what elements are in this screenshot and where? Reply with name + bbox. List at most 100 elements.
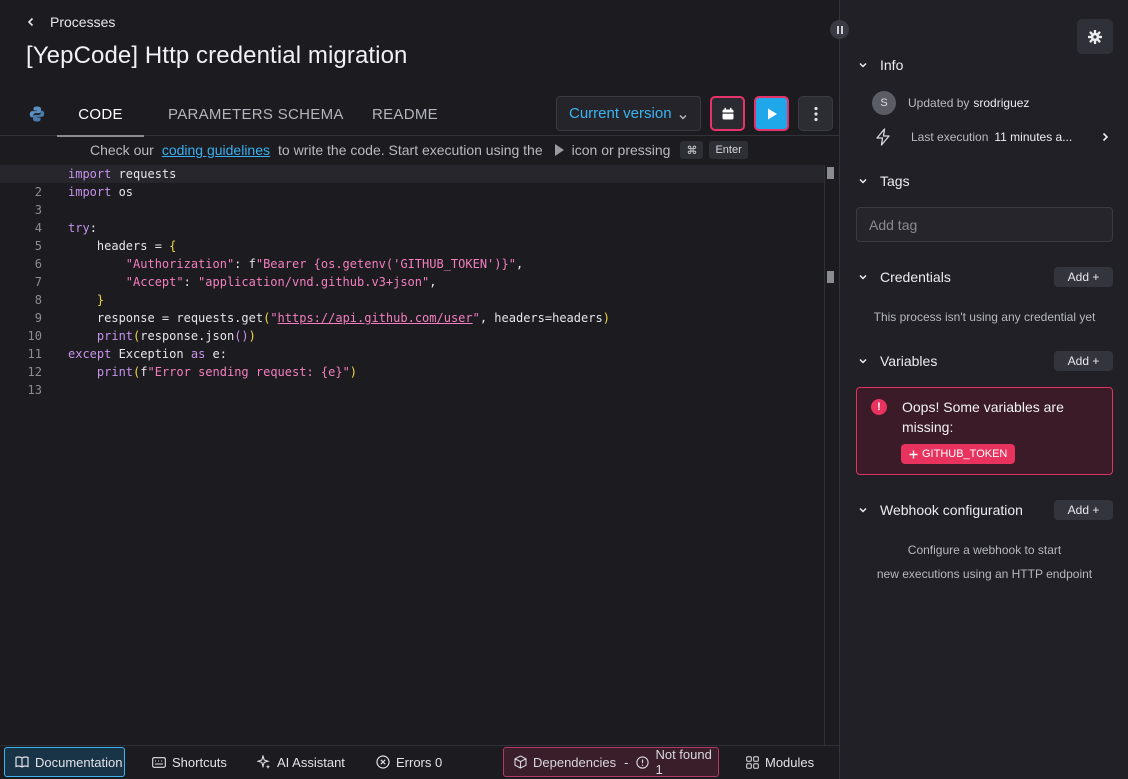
chevron-down-icon bbox=[859, 274, 867, 280]
alert-text: Oops! Some variables are missing: bbox=[902, 399, 1064, 435]
key-enter: Enter bbox=[709, 141, 748, 159]
breadcrumb[interactable]: Processes bbox=[26, 12, 115, 32]
tags-title: Tags bbox=[880, 173, 910, 189]
version-select[interactable]: Current version bbox=[556, 96, 701, 131]
last-execution-value: 11 minutes a... bbox=[994, 130, 1073, 144]
documentation-button[interactable]: Documentation bbox=[4, 747, 125, 777]
add-variable-button[interactable]: Add + bbox=[1054, 351, 1113, 371]
code-token: try bbox=[68, 221, 90, 235]
code-line[interactable]: print(response.json()) bbox=[68, 327, 824, 345]
add-tag-input[interactable] bbox=[856, 207, 1113, 242]
code-token: "Error sending request: {e}" bbox=[147, 365, 350, 379]
play-icon bbox=[767, 108, 777, 119]
code-token: e: bbox=[205, 347, 227, 361]
info-section-header[interactable]: Info bbox=[858, 55, 903, 75]
code-line[interactable]: try: bbox=[68, 219, 824, 237]
info-title: Info bbox=[880, 57, 904, 73]
editor-scrollbar[interactable] bbox=[824, 165, 837, 745]
code-token: f bbox=[140, 365, 148, 379]
code-line[interactable]: response = requests.get("https://api.git… bbox=[68, 309, 824, 327]
more-vertical-icon bbox=[813, 106, 818, 121]
key-cmd: ⌘ bbox=[680, 141, 704, 159]
status-bar: Documentation Shortcuts AI Assistant Err… bbox=[0, 745, 839, 779]
code-token: except bbox=[68, 347, 112, 361]
code-token: response.json bbox=[140, 329, 235, 343]
code-token: "Accept" bbox=[125, 275, 184, 289]
code-line[interactable]: print(f"Error sending request: {e}") bbox=[68, 363, 824, 381]
code-lines[interactable]: import requests import os try: headers =… bbox=[0, 165, 824, 399]
line-number: 12 bbox=[27, 365, 42, 379]
collapse-sidebar-button[interactable] bbox=[830, 20, 849, 39]
ai-assistant-button[interactable]: AI Assistant bbox=[257, 747, 345, 777]
code-token: "application/vnd.github.v3+json" bbox=[198, 275, 430, 289]
modules-button[interactable]: Modules bbox=[746, 747, 814, 777]
code-line[interactable]: import requests bbox=[0, 165, 824, 183]
code-line[interactable] bbox=[68, 381, 824, 399]
code-token: "Bearer {os.getenv('GITHUB_TOKEN')}" bbox=[255, 257, 516, 271]
plus-icon bbox=[909, 450, 918, 458]
code-line[interactable]: import os bbox=[68, 183, 824, 201]
calendar-icon bbox=[722, 107, 733, 119]
code-token: as bbox=[190, 347, 206, 361]
tab-parameters-schema[interactable]: PARAMETERS SCHEMA bbox=[168, 92, 344, 136]
line-number: 11 bbox=[27, 347, 42, 361]
code-token: print bbox=[96, 329, 134, 343]
line-number: 3 bbox=[34, 203, 42, 217]
last-execution-row[interactable]: Last execution 11 minutes a... bbox=[872, 125, 1112, 149]
code-token: requests bbox=[111, 167, 177, 181]
schedule-button[interactable] bbox=[710, 96, 745, 131]
hint-middle: to write the code. Start execution using… bbox=[278, 142, 543, 158]
dependencies-button[interactable]: Dependencies - Not found 1 bbox=[503, 747, 719, 777]
add-credential-button[interactable]: Add + bbox=[1054, 267, 1113, 287]
documentation-label: Documentation bbox=[35, 754, 123, 770]
tab-code[interactable]: CODE bbox=[57, 92, 144, 137]
chevron-down-icon bbox=[678, 109, 688, 120]
package-icon bbox=[514, 755, 527, 769]
run-button[interactable] bbox=[754, 96, 789, 131]
code-line[interactable]: except Exception as e: bbox=[68, 345, 824, 363]
code-line[interactable]: "Authorization": f"Bearer {os.getenv('GI… bbox=[68, 255, 824, 273]
code-token: headers = bbox=[68, 239, 170, 253]
updated-by-row: S Updated by srodriguez bbox=[872, 91, 1029, 115]
scrollbar-thumb[interactable] bbox=[827, 167, 834, 179]
tags-section-header[interactable]: Tags bbox=[858, 171, 910, 191]
settings-button[interactable] bbox=[1077, 19, 1113, 54]
variables-section-header[interactable]: Variables bbox=[858, 351, 937, 371]
chevron-down-icon bbox=[859, 358, 867, 364]
process-editor-pane: Processes [YepCode] Http credential migr… bbox=[0, 0, 839, 779]
code-token: Exception bbox=[111, 347, 191, 361]
avatar: S bbox=[872, 91, 896, 115]
code-token: { bbox=[169, 239, 177, 253]
scrollbar-marker bbox=[827, 271, 834, 283]
code-line[interactable]: } bbox=[68, 291, 824, 309]
credentials-section-header[interactable]: Credentials bbox=[858, 267, 951, 287]
shortcuts-button[interactable]: Shortcuts bbox=[152, 747, 227, 777]
webhook-title: Webhook configuration bbox=[880, 502, 1023, 518]
code-editor[interactable]: 1 2 3 4 5 6 7 8 9 10 11 12 13 import req… bbox=[0, 165, 839, 745]
breadcrumb-label[interactable]: Processes bbox=[50, 14, 115, 30]
version-select-label: Current version bbox=[569, 105, 672, 122]
coding-guidelines-link[interactable]: coding guidelines bbox=[162, 142, 270, 158]
missing-variable-chip[interactable]: GITHUB_TOKEN bbox=[901, 444, 1016, 464]
hint-suffix: icon or pressing bbox=[571, 142, 671, 158]
code-line[interactable] bbox=[68, 201, 824, 219]
not-found-label: Not found 1 bbox=[655, 747, 712, 777]
code-url[interactable]: https://api.github.com/user bbox=[278, 311, 473, 325]
keyboard-icon bbox=[152, 756, 166, 768]
line-number: 10 bbox=[27, 329, 42, 343]
webhook-text-line2: new executions using an HTTP endpoint bbox=[876, 567, 1093, 581]
errors-button[interactable]: Errors 0 bbox=[376, 747, 442, 777]
code-token: response = requests.get bbox=[68, 311, 264, 325]
code-line[interactable]: headers = { bbox=[68, 237, 824, 255]
code-line[interactable]: "Accept": "application/vnd.github.v3+jso… bbox=[68, 273, 824, 291]
book-icon bbox=[15, 756, 29, 768]
add-webhook-button[interactable]: Add + bbox=[1054, 500, 1113, 520]
tab-readme[interactable]: README bbox=[372, 92, 438, 136]
error-circle-icon bbox=[376, 755, 390, 769]
code-token: } bbox=[96, 293, 105, 307]
lightning-icon bbox=[876, 128, 890, 146]
webhook-section-header[interactable]: Webhook configuration bbox=[858, 500, 1023, 520]
credentials-empty-text: This process isn't using any credential … bbox=[873, 310, 1096, 324]
chevron-left-icon bbox=[26, 17, 36, 27]
more-options-button[interactable] bbox=[798, 96, 833, 131]
